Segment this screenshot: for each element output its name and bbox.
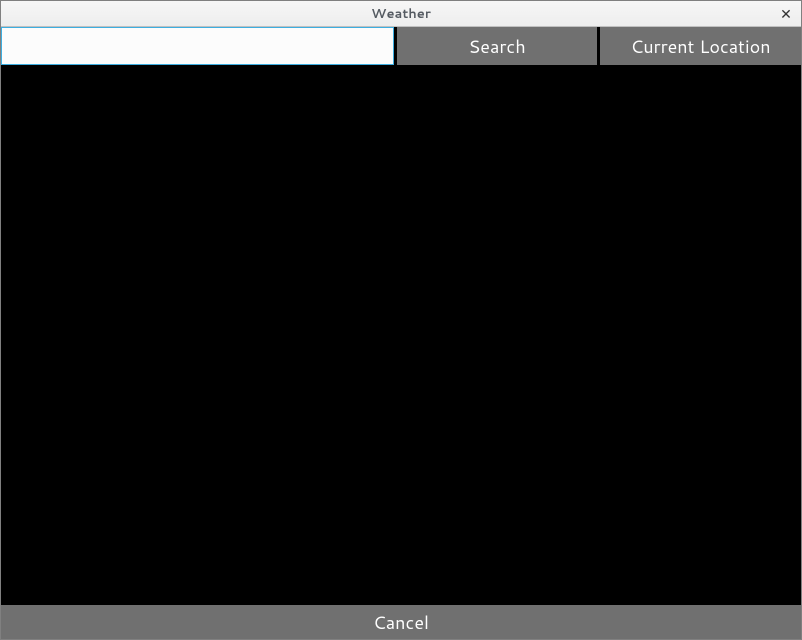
current-location-button[interactable]: Current Location	[600, 27, 801, 65]
cancel-button[interactable]: Cancel	[1, 605, 801, 639]
weather-window: Weather ✕ Search Current Location Cancel	[0, 0, 802, 640]
search-button[interactable]: Search	[397, 27, 597, 65]
window-title: Weather	[371, 5, 431, 23]
search-input[interactable]	[1, 27, 394, 65]
close-icon[interactable]: ✕	[778, 6, 794, 22]
results-area	[1, 65, 801, 603]
titlebar: Weather ✕	[1, 1, 801, 27]
footer-bar: Cancel	[1, 603, 801, 639]
toolbar: Search Current Location	[1, 27, 801, 65]
